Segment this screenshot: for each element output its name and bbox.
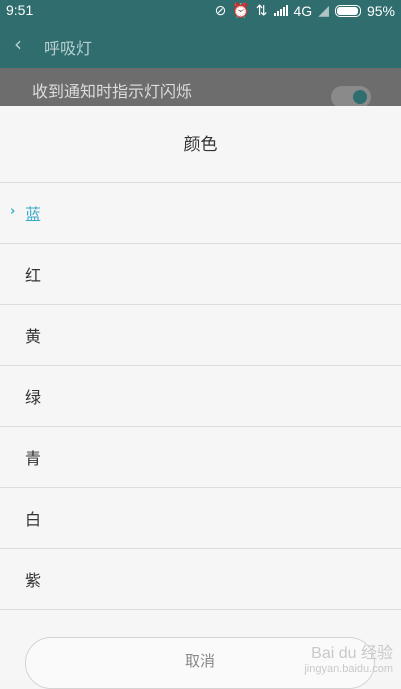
app-bar: ‹ 呼吸灯: [0, 22, 401, 68]
back-arrow-icon[interactable]: ‹: [14, 32, 22, 56]
option-label: 绿: [25, 390, 42, 407]
option-blue[interactable]: › 蓝: [0, 183, 401, 243]
option-green[interactable]: 绿: [0, 366, 401, 426]
status-icons: ⊘ ⏰ ⇅ 4G ◢ 95%: [215, 2, 395, 19]
option-red[interactable]: 红: [0, 244, 401, 304]
alarm-icon: ⏰: [232, 2, 250, 18]
option-cyan[interactable]: 青: [0, 427, 401, 487]
option-label: 青: [25, 451, 42, 468]
option-label: 蓝: [25, 207, 42, 224]
option-yellow[interactable]: 黄: [0, 305, 401, 365]
network-type: 4G: [293, 2, 313, 19]
battery-icon: [334, 4, 361, 17]
option-label: 紫: [25, 573, 42, 590]
page-title: 呼吸灯: [44, 41, 93, 58]
sync-off-icon: ⊘: [214, 2, 227, 18]
notify-blink-toggle: [331, 86, 371, 108]
status-bar: 9:51 ⊘ ⏰ ⇅ 4G ◢ 95%: [0, 0, 401, 22]
option-label: 白: [25, 512, 42, 529]
watermark-brand: Bai du 经验: [311, 645, 393, 662]
option-label: 红: [25, 268, 42, 285]
watermark-url: jingyan.baidu.com: [304, 663, 393, 675]
clock: 9:51: [6, 2, 34, 18]
battery-level: 95%: [366, 2, 395, 19]
setting-row-notify-blink: 收到通知时指示灯闪烁: [0, 68, 401, 108]
selected-check-icon: ›: [10, 204, 16, 219]
watermark: Bai du 经验 jingyan.baidu.com: [304, 639, 393, 675]
dialog-title: 颜色: [183, 135, 218, 154]
setting-label: 收到通知时指示灯闪烁: [32, 84, 193, 101]
divider: [0, 609, 401, 610]
signal-icon: [273, 5, 288, 16]
option-white[interactable]: 白: [0, 488, 401, 548]
option-label: 黄: [25, 329, 42, 346]
option-purple[interactable]: 紫: [0, 549, 401, 609]
data-arrows-icon: ⇅: [255, 2, 268, 18]
wifi-off-icon: ◢: [318, 2, 329, 18]
color-picker-dialog: 颜色 › 蓝 红 黄 绿 青 白 紫 取消 Bai du 经验 jingyan.…: [0, 106, 401, 689]
